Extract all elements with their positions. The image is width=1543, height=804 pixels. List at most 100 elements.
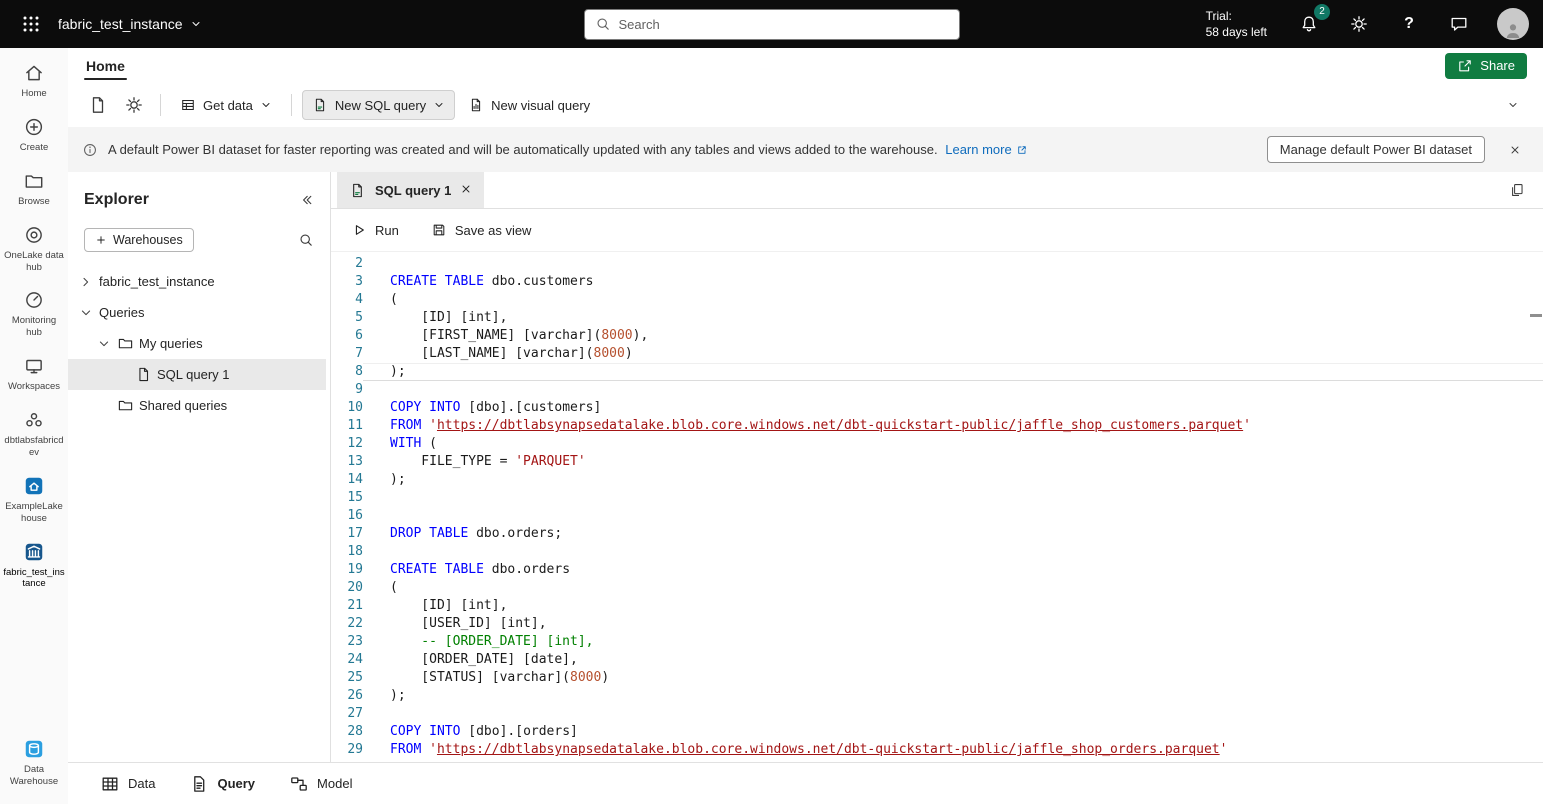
rail-item-label: Home [21, 88, 46, 100]
code-line-12[interactable]: 12WITH ( [331, 435, 1543, 453]
rail-item-examplelakehouse[interactable]: ExampleLakehouse [0, 467, 68, 533]
sql-code-editor[interactable]: 23CREATE TABLE dbo.customers4(5 [ID] [in… [331, 251, 1543, 762]
query-toolbar: Run Save as view [331, 209, 1543, 251]
settings-button[interactable] [1347, 12, 1371, 36]
save-as-view-button[interactable]: Save as view [431, 222, 532, 238]
app-launcher-button[interactable] [14, 7, 48, 41]
code-line-7[interactable]: 7 [LAST_NAME] [varchar](8000) [331, 345, 1543, 363]
workspace-switcher[interactable]: fabric_test_instance [58, 16, 202, 32]
bottom-tab-label: Model [317, 776, 352, 791]
search-input[interactable] [619, 17, 949, 32]
tree-item-label: SQL query 1 [157, 367, 230, 382]
feedback-button[interactable] [1447, 12, 1471, 36]
collapse-explorer-button[interactable] [292, 186, 320, 214]
code-line-23[interactable]: 23 -- [ORDER_DATE] [int], [331, 633, 1543, 651]
code-line-26[interactable]: 26); [331, 687, 1543, 705]
query-tab-sql-query-1[interactable]: SQL query 1 [337, 172, 484, 208]
close-icon [460, 183, 472, 195]
code-line-28[interactable]: 28COPY INTO [dbo].[orders] [331, 723, 1543, 741]
bottom-tab-query[interactable]: Query [189, 774, 255, 794]
run-button[interactable]: Run [351, 222, 399, 238]
explorer-tree: fabric_test_instance Queries My queries SQL… [68, 266, 330, 421]
tab-home[interactable]: Home [84, 51, 127, 81]
tree-item-queries[interactable]: Queries [68, 297, 326, 328]
new-visual-query-button[interactable]: New visual query [459, 91, 599, 119]
banner-close-button[interactable] [1501, 136, 1529, 164]
code-line-8[interactable]: 8); [331, 363, 1543, 381]
chevron-down-icon[interactable] [96, 336, 112, 352]
rail-item-home[interactable]: Home [0, 54, 68, 108]
person-icon [1503, 20, 1523, 40]
code-line-27[interactable]: 27 [331, 705, 1543, 723]
code-line-10[interactable]: 10COPY INTO [dbo].[customers] [331, 399, 1543, 417]
code-line-13[interactable]: 13 FILE_TYPE = 'PARQUET' [331, 453, 1543, 471]
rail-item-fabric-test-instance[interactable]: fabric_test_instance [0, 533, 68, 599]
new-report-button[interactable] [82, 89, 114, 121]
code-line-29[interactable]: 29FROM 'https://dbtlabsynapsedatalake.bl… [331, 741, 1543, 759]
new-sql-query-button[interactable]: New SQL query [302, 90, 455, 120]
line-number: 8 [331, 363, 363, 381]
code-line-21[interactable]: 21 [ID] [int], [331, 597, 1543, 615]
global-search[interactable] [584, 9, 960, 40]
tree-item-sql-query-1[interactable]: SQL query 1 [68, 359, 326, 390]
chevron-down-icon[interactable] [78, 305, 94, 321]
explorer-search-button[interactable] [292, 226, 320, 254]
add-warehouses-button[interactable]: Warehouses [84, 228, 194, 252]
line-number: 18 [331, 543, 363, 561]
line-number: 29 [331, 741, 363, 759]
rail-item-onelake-data-hub[interactable]: OneLake data hub [0, 216, 68, 282]
notifications-button[interactable]: 2 [1297, 12, 1321, 36]
double-chevron-left-icon [298, 192, 314, 208]
rail-item-workspaces[interactable]: Workspaces [0, 347, 68, 401]
chevron-down-icon [190, 18, 202, 30]
code-line-22[interactable]: 22 [USER_ID] [int], [331, 615, 1543, 633]
code-line-16[interactable]: 16 [331, 507, 1543, 525]
code-line-25[interactable]: 25 [STATUS] [varchar](8000) [331, 669, 1543, 687]
info-banner: A default Power BI dataset for faster re… [68, 127, 1543, 172]
browse-icon [23, 170, 45, 192]
rail-item-monitoring-hub[interactable]: Monitoring hub [0, 281, 68, 347]
code-line-24[interactable]: 24 [ORDER_DATE] [date], [331, 651, 1543, 669]
manage-dataset-button[interactable]: Manage default Power BI dataset [1267, 136, 1485, 163]
code-line-20[interactable]: 20( [331, 579, 1543, 597]
code-line-18[interactable]: 18 [331, 543, 1543, 561]
code-line-3[interactable]: 3CREATE TABLE dbo.customers [331, 273, 1543, 291]
code-line-17[interactable]: 17DROP TABLE dbo.orders; [331, 525, 1543, 543]
warehouse-settings-button[interactable] [118, 89, 150, 121]
avatar[interactable] [1497, 8, 1529, 40]
tree-item-label: Queries [99, 305, 145, 320]
document-icon [88, 95, 108, 115]
copy-button[interactable] [1503, 176, 1531, 204]
code-line-9[interactable]: 9 [331, 381, 1543, 399]
code-line-15[interactable]: 15 [331, 489, 1543, 507]
collapse-ribbon-button[interactable] [1497, 89, 1529, 121]
query-doc-icon [189, 774, 209, 794]
bottom-tab-data[interactable]: Data [100, 774, 155, 794]
datawarehouse-icon [23, 738, 45, 760]
code-line-6[interactable]: 6 [FIRST_NAME] [varchar](8000), [331, 327, 1543, 345]
code-line-11[interactable]: 11FROM 'https://dbtlabsynapsedatalake.bl… [331, 417, 1543, 435]
code-line-19[interactable]: 19CREATE TABLE dbo.orders [331, 561, 1543, 579]
code-line-14[interactable]: 14); [331, 471, 1543, 489]
tree-item-my-queries[interactable]: My queries [68, 328, 326, 359]
rail-item-browse[interactable]: Browse [0, 162, 68, 216]
code-line-4[interactable]: 4( [331, 291, 1543, 309]
tree-item-shared-queries[interactable]: Shared queries [68, 390, 326, 421]
rail-item-create[interactable]: Create [0, 108, 68, 162]
get-data-button[interactable]: Get data [171, 91, 281, 119]
help-button[interactable]: ? [1397, 12, 1421, 36]
share-button[interactable]: Share [1445, 53, 1527, 79]
line-number: 27 [331, 705, 363, 723]
code-line-5[interactable]: 5 [ID] [int], [331, 309, 1543, 327]
code-line-2[interactable]: 2 [331, 255, 1543, 273]
query-tab-title: SQL query 1 [375, 183, 451, 198]
line-number: 22 [331, 615, 363, 633]
bottom-tab-model[interactable]: Model [289, 774, 352, 794]
learn-more-link[interactable]: Learn more [945, 142, 1027, 157]
rail-item-dbtlabsfabricdev[interactable]: dbtlabsfabricdev [0, 401, 68, 467]
tree-item-fabric-test-instance[interactable]: fabric_test_instance [68, 266, 326, 297]
chevron-right-icon[interactable] [78, 274, 94, 290]
close-tab-button[interactable] [460, 183, 472, 198]
tree-item-label: fabric_test_instance [99, 274, 215, 289]
rail-item-data-warehouse[interactable]: Data Warehouse [0, 730, 68, 796]
